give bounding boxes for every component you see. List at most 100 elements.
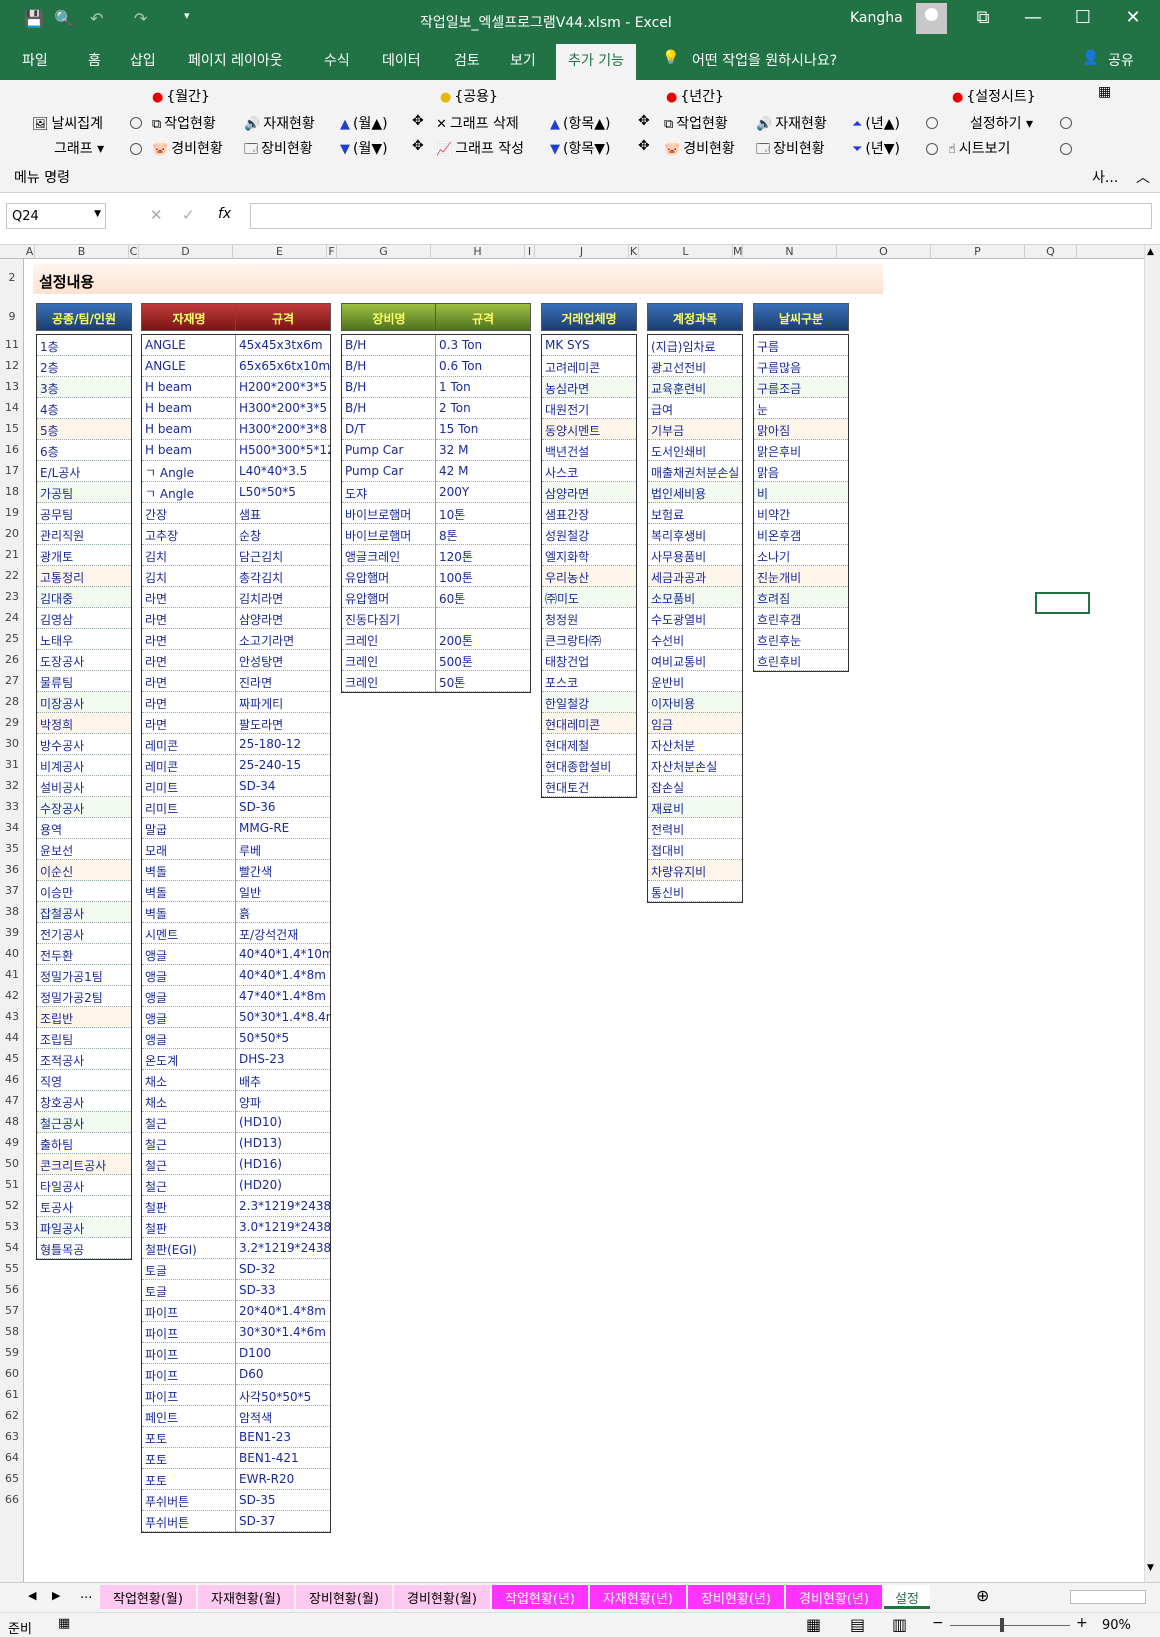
row-header[interactable]: 14 bbox=[0, 401, 23, 414]
table-cell[interactable]: D/T bbox=[342, 419, 436, 440]
table-cell[interactable]: 레미콘 bbox=[142, 755, 236, 776]
table-cell[interactable]: 100톤 bbox=[436, 566, 530, 587]
table-cell[interactable]: 안성탕면 bbox=[236, 650, 330, 671]
table-cell[interactable]: 라면 bbox=[142, 671, 236, 692]
row-header[interactable]: 38 bbox=[0, 905, 23, 918]
table-cell[interactable]: H beam bbox=[142, 419, 236, 440]
settings-button[interactable]: 설정하기 ▾ bbox=[970, 113, 1033, 133]
list-item[interactable]: 4층 bbox=[37, 398, 131, 419]
list-item[interactable]: 비온후갬 bbox=[754, 524, 848, 545]
row-header[interactable]: 13 bbox=[0, 380, 23, 393]
list-item[interactable]: 접대비 bbox=[648, 839, 742, 860]
list-item[interactable]: 맑음 bbox=[754, 461, 848, 482]
table-cell[interactable]: 라면 bbox=[142, 629, 236, 650]
list-item[interactable]: 광개토 bbox=[37, 545, 131, 566]
sheet-tab[interactable]: 설정 bbox=[884, 1585, 930, 1609]
list-item[interactable]: 임금 bbox=[648, 713, 742, 734]
table-cell[interactable]: 바이브로햄머 bbox=[342, 524, 436, 545]
list-item[interactable]: 샘표간장 bbox=[542, 503, 636, 524]
table-cell[interactable]: ㄱ Angle bbox=[142, 461, 236, 482]
table-cell[interactable]: 라면 bbox=[142, 713, 236, 734]
list-item[interactable]: 김영삼 bbox=[37, 608, 131, 629]
row-header[interactable]: 52 bbox=[0, 1199, 23, 1212]
table-cell[interactable]: 라면 bbox=[142, 692, 236, 713]
year-down-button[interactable]: ⏷ (년▼) bbox=[852, 138, 900, 158]
list-item[interactable]: 현대레미콘 bbox=[542, 713, 636, 734]
list-item[interactable]: 방수공사 bbox=[37, 734, 131, 755]
table-cell[interactable]: 고추장 bbox=[142, 524, 236, 545]
column-header[interactable]: L bbox=[639, 245, 733, 259]
table-cell[interactable]: 0.3 Ton bbox=[436, 335, 530, 356]
table-cell[interactable]: 양파 bbox=[236, 1091, 330, 1112]
table-cell[interactable]: 파이프 bbox=[142, 1364, 236, 1385]
table-cell[interactable]: 벽돌 bbox=[142, 881, 236, 902]
list-item[interactable]: 조적공사 bbox=[37, 1049, 131, 1070]
list-item[interactable]: 가공팀 bbox=[37, 482, 131, 503]
material-monthly-button[interactable]: 🔊 자재현황 bbox=[244, 113, 315, 133]
table-cell[interactable]: D60 bbox=[236, 1364, 330, 1385]
page-layout-icon[interactable]: ▤ bbox=[850, 1615, 865, 1634]
table-cell[interactable]: 온도계 bbox=[142, 1049, 236, 1070]
list-item[interactable]: 2층 bbox=[37, 356, 131, 377]
row-header[interactable]: 11 bbox=[0, 338, 23, 351]
list-item[interactable]: 노태우 bbox=[37, 629, 131, 650]
normal-view-icon[interactable]: ▦ bbox=[806, 1615, 821, 1634]
table-cell[interactable]: SD-35 bbox=[236, 1490, 330, 1511]
list-item[interactable]: 맑은후비 bbox=[754, 440, 848, 461]
list-item[interactable]: 정밀가공1팀 bbox=[37, 965, 131, 986]
table-cell[interactable]: 200톤 bbox=[436, 629, 530, 650]
list-item[interactable]: 광고선전비 bbox=[648, 356, 742, 377]
list-item[interactable]: 차량유지비 bbox=[648, 860, 742, 881]
table-cell[interactable]: 철판 bbox=[142, 1217, 236, 1238]
table-cell[interactable]: BEN1-421 bbox=[236, 1448, 330, 1469]
list-item[interactable]: 흐린후비 bbox=[754, 650, 848, 671]
table-cell[interactable]: H beam bbox=[142, 377, 236, 398]
list-item[interactable]: 비약간 bbox=[754, 503, 848, 524]
table-cell[interactable]: 500톤 bbox=[436, 650, 530, 671]
table-cell[interactable]: (HD16) bbox=[236, 1154, 330, 1175]
table-cell[interactable]: B/H bbox=[342, 398, 436, 419]
table-cell[interactable]: 앵글 bbox=[142, 944, 236, 965]
zoom-in-icon[interactable]: + bbox=[1076, 1615, 1088, 1631]
row-header[interactable]: 28 bbox=[0, 695, 23, 708]
zoom-slider[interactable] bbox=[950, 1625, 1070, 1626]
table-cell[interactable]: 25-180-12 bbox=[236, 734, 330, 755]
item-down-button[interactable]: ▼ (항목▼) bbox=[550, 138, 610, 158]
table-cell[interactable]: 총각김치 bbox=[236, 566, 330, 587]
row-header[interactable]: 46 bbox=[0, 1073, 23, 1086]
month-down-button[interactable]: ▼ (월▼) bbox=[340, 138, 388, 158]
row-header[interactable]: 33 bbox=[0, 800, 23, 813]
tell-me-input[interactable]: 어떤 작업을 원하시나요? bbox=[692, 50, 837, 70]
list-item[interactable]: 백년건설 bbox=[542, 440, 636, 461]
row-header[interactable]: 51 bbox=[0, 1178, 23, 1191]
row-header[interactable]: 31 bbox=[0, 758, 23, 771]
list-item[interactable]: 정밀가공2팀 bbox=[37, 986, 131, 1007]
tab-addins[interactable]: 추가 기능 bbox=[556, 44, 636, 80]
list-item[interactable]: 소모품비 bbox=[648, 587, 742, 608]
row-header[interactable]: 45 bbox=[0, 1052, 23, 1065]
table-cell[interactable]: 앵글 bbox=[142, 1028, 236, 1049]
row-header[interactable]: 27 bbox=[0, 674, 23, 687]
list-item[interactable]: 매출채권처분손실 bbox=[648, 461, 742, 482]
sheet-tab[interactable]: 자재현황(년) bbox=[590, 1585, 686, 1609]
table-cell[interactable]: 크레인 bbox=[342, 671, 436, 692]
list-item[interactable]: 관리직원 bbox=[37, 524, 131, 545]
table-cell[interactable]: 김치 bbox=[142, 545, 236, 566]
table-cell[interactable]: 토글 bbox=[142, 1259, 236, 1280]
list-item[interactable]: 현대제철 bbox=[542, 734, 636, 755]
column-header[interactable]: K bbox=[629, 245, 639, 259]
sheet-tab[interactable]: 장비현황(월) bbox=[296, 1585, 392, 1609]
table-cell[interactable]: 진라면 bbox=[236, 671, 330, 692]
table-cell[interactable]: 샘표 bbox=[236, 503, 330, 524]
grid-icon[interactable]: ▦ bbox=[1098, 84, 1111, 100]
list-item[interactable]: 여비교통비 bbox=[648, 650, 742, 671]
table-cell[interactable]: 파이프 bbox=[142, 1301, 236, 1322]
list-item[interactable]: 기부금 bbox=[648, 419, 742, 440]
row-header[interactable]: 43 bbox=[0, 1010, 23, 1023]
list-item[interactable]: 진눈개비 bbox=[754, 566, 848, 587]
column-header[interactable]: M bbox=[733, 245, 743, 259]
row-header[interactable]: 54 bbox=[0, 1241, 23, 1254]
list-item[interactable]: 구름조금 bbox=[754, 377, 848, 398]
table-cell[interactable]: 철근 bbox=[142, 1133, 236, 1154]
row-header[interactable]: 65 bbox=[0, 1472, 23, 1485]
